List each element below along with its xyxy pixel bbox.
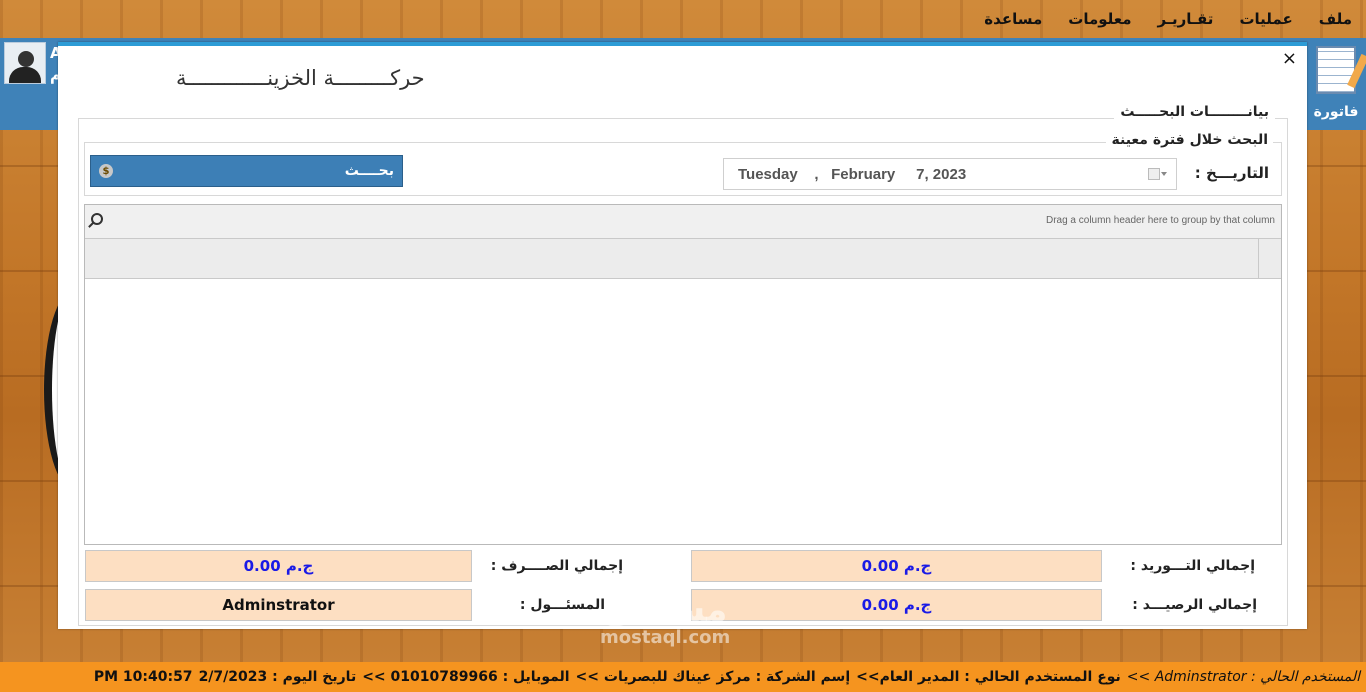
total-balance-value: 0.00 ج.م: [861, 596, 932, 614]
main-menu: ملف عمليات تقـاريـر معلومات مساعدة: [0, 0, 1366, 38]
invoice-tile[interactable]: فاتورة: [1306, 44, 1366, 126]
menu-help[interactable]: مساعدة: [984, 10, 1042, 28]
status-time: 10:40:57 PM: [93, 669, 193, 685]
treasury-grid[interactable]: Drag a column header here to group by th…: [84, 204, 1282, 545]
invoice-label: فاتورة: [1313, 104, 1359, 120]
user-avatar-icon: [4, 42, 46, 84]
menu-reports[interactable]: تقـاريـر: [1158, 10, 1214, 28]
status-today: تاريخ اليوم : 2/7/2023: [198, 669, 357, 685]
calendar-dropdown-icon[interactable]: [1148, 168, 1167, 180]
total-incoming-field: 0.00 ج.م: [691, 550, 1102, 582]
total-balance-label: إجمالي الرصيـــد :: [1132, 597, 1257, 613]
watermark-sub: mostaql.com: [600, 627, 731, 648]
menu-operations[interactable]: عمليات: [1239, 10, 1292, 28]
search-coin-icon: $: [99, 164, 113, 178]
close-icon[interactable]: ×: [1282, 48, 1297, 69]
watermark-logo: مستقل mostaql.com: [600, 593, 731, 652]
total-balance-field: 0.00 ج.م: [691, 589, 1102, 621]
grid-header-separator: [1258, 239, 1259, 279]
search-icon[interactable]: [91, 213, 103, 225]
status-mobile: الموبايل : 01010789966 >>: [362, 669, 570, 685]
treasury-movement-dialog: × حركـــــــــة الخزينـــــــــــــة بيا…: [58, 42, 1307, 629]
total-incoming-label: إجمالي التـــوريد :: [1130, 558, 1255, 574]
grid-group-hint: Drag a column header here to group by th…: [1045, 215, 1275, 226]
menu-information[interactable]: معلومات: [1068, 10, 1131, 28]
responsible-field: Adminstrator: [85, 589, 472, 621]
menu-file[interactable]: ملف: [1319, 10, 1352, 28]
date-picker[interactable]: Tuesday , February 7, 2023: [723, 158, 1177, 190]
search-data-group-title: بيانــــــــات البحـــــث: [1114, 104, 1275, 120]
grid-column-header[interactable]: [85, 239, 1281, 279]
responsible-value: Adminstrator: [222, 596, 335, 614]
status-user-type: نوع المستخدم الحالي : المدير العام>>: [856, 669, 1121, 685]
responsible-label: المسئـــول :: [519, 597, 605, 613]
total-incoming-value: 0.00 ج.م: [861, 557, 932, 575]
status-company: إسم الشركة : مركز عيناك للبصريات >>: [575, 669, 851, 685]
search-button[interactable]: بحــــث $: [90, 155, 403, 187]
total-spend-value: 0.00 ج.م: [243, 557, 314, 575]
total-spend-label: إجمالي الصــــرف :: [490, 558, 623, 574]
status-current-user: المستخدم الحالي : Adminstrator >>: [1126, 669, 1360, 685]
period-search-group-title: البحث خلال فترة معينة: [1106, 132, 1273, 148]
search-button-label: بحــــث: [344, 163, 394, 179]
dialog-title: حركـــــــــة الخزينـــــــــــــة: [176, 66, 425, 90]
date-value: Tuesday , February 7, 2023: [738, 165, 967, 183]
date-label: التاريـــخ :: [1194, 164, 1269, 182]
total-spend-field: 0.00 ج.م: [85, 550, 472, 582]
invoice-icon: [1316, 46, 1356, 94]
status-bar: المستخدم الحالي : Adminstrator >> نوع ال…: [0, 662, 1366, 692]
grid-group-panel: Drag a column header here to group by th…: [85, 205, 1281, 239]
